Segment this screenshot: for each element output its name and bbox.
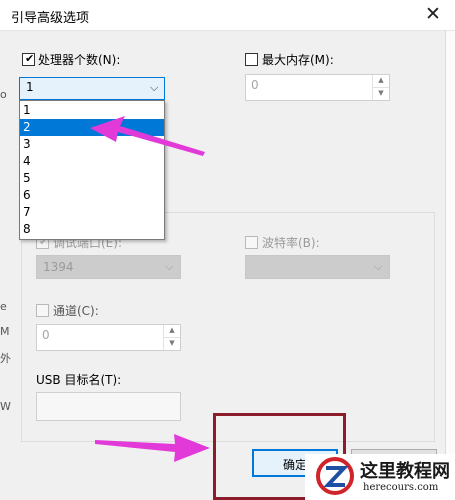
background-text-fragment: 外 xyxy=(0,352,11,365)
dropdown-option[interactable]: 5 xyxy=(20,170,164,187)
stepper-down-icon[interactable]: ▼ xyxy=(373,88,389,101)
annotation-arrow-icon xyxy=(95,434,210,462)
background-window-edge xyxy=(445,31,455,500)
watermark-title: 这里教程网 xyxy=(360,461,450,482)
max-memory-stepper[interactable]: 0 ▲ ▼ xyxy=(245,74,390,101)
baud-rate-select[interactable]: ⌵ xyxy=(245,255,390,279)
advanced-boot-options-dialog: 引导高级选项 ✕ ✔ 处理器个数(N): 1 ⌵ 最大内存(M): 0 ▲ ▼ … xyxy=(0,0,455,500)
watermark: 这里教程网 herecours.com xyxy=(305,454,455,500)
stepper-buttons: ▲ ▼ xyxy=(163,325,180,350)
watermark-url: herecours.com xyxy=(363,482,439,493)
dropdown-option[interactable]: 6 xyxy=(20,187,164,204)
window-title: 引导高级选项 xyxy=(11,11,90,26)
chevron-down-icon: ⌵ xyxy=(150,81,159,94)
stepper-down-icon[interactable]: ▼ xyxy=(164,338,180,351)
max-memory-checkbox[interactable] xyxy=(245,53,258,66)
usb-target-label: USB 目标名(T): xyxy=(36,373,122,387)
watermark-logo-icon xyxy=(316,457,354,495)
max-memory-label: 最大内存(M): xyxy=(262,53,334,67)
title-bar: 引导高级选项 ✕ xyxy=(0,0,455,31)
processor-count-label: 处理器个数(N): xyxy=(38,53,121,67)
baud-rate-checkbox[interactable] xyxy=(245,236,258,249)
stepper-up-icon[interactable]: ▲ xyxy=(373,75,389,88)
channel-value: 0 xyxy=(42,328,50,342)
dropdown-option[interactable]: 7 xyxy=(20,204,164,221)
baud-rate-label: 波特率(B): xyxy=(262,236,320,250)
annotation-arrow-icon xyxy=(90,116,205,156)
processor-count-value: 1 xyxy=(26,80,34,94)
chevron-down-icon: ⌵ xyxy=(374,260,383,273)
channel-label: 通道(C): xyxy=(53,304,99,318)
debug-port-value: 1394 xyxy=(43,260,74,274)
background-text-fragment: e xyxy=(0,300,7,313)
stepper-up-icon[interactable]: ▲ xyxy=(164,325,180,338)
background-text-fragment: W xyxy=(0,400,11,413)
debug-port-select[interactable]: 1394 ⌵ xyxy=(36,255,181,279)
usb-target-input[interactable] xyxy=(36,392,181,421)
background-text-fragment: M xyxy=(0,325,10,338)
processor-count-select[interactable]: 1 ⌵ xyxy=(19,77,165,100)
chevron-down-icon: ⌵ xyxy=(165,260,174,273)
close-icon[interactable]: ✕ xyxy=(420,3,446,27)
check-mark-icon: ✔ xyxy=(25,52,35,65)
processor-count-checkbox[interactable]: ✔ xyxy=(22,52,35,66)
channel-stepper[interactable]: 0 ▲ ▼ xyxy=(36,324,181,351)
background-text-fragment: o xyxy=(0,88,7,101)
max-memory-value: 0 xyxy=(251,78,259,92)
channel-checkbox[interactable] xyxy=(36,304,49,317)
dropdown-option[interactable]: 8 xyxy=(20,221,164,238)
stepper-buttons: ▲ ▼ xyxy=(372,75,389,100)
